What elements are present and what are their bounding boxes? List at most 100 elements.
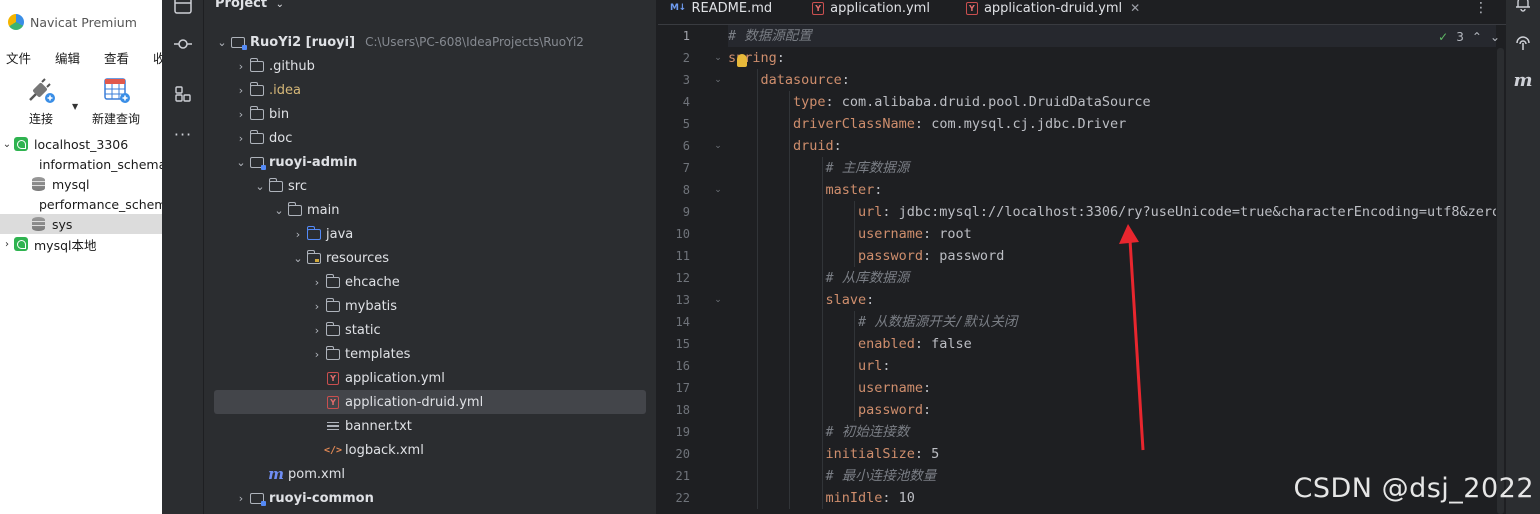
expand-down-icon[interactable]: ⌄ bbox=[0, 139, 14, 150]
menu-edit[interactable]: 编辑 bbox=[55, 48, 80, 67]
tab-readme[interactable]: M↓ README.md bbox=[658, 0, 782, 21]
yaml-value: false bbox=[931, 336, 972, 352]
right-tool-strip: m bbox=[1506, 0, 1540, 514]
code-area[interactable]: # 数据源配置 spring: datasource: type: com.aliba… bbox=[728, 25, 1496, 514]
tree-item[interactable]: › ruoyi-common bbox=[214, 486, 646, 510]
code-line: # 初始连接数 bbox=[728, 421, 910, 443]
structure-icon bbox=[175, 86, 191, 102]
chevron-right-icon[interactable]: › bbox=[233, 84, 249, 97]
watermark: CSDN @dsj_2022 bbox=[1293, 473, 1534, 504]
tree-connection-localhost[interactable]: ⌄ localhost_3306 bbox=[0, 134, 162, 154]
tree-item-label: .github bbox=[269, 58, 315, 74]
folder-icon bbox=[268, 177, 284, 193]
tree-item-label: application.yml bbox=[345, 370, 445, 386]
inspection-widget[interactable]: ✓ 3 ⌃ ⌄ bbox=[1438, 30, 1500, 44]
editor-scrollbar[interactable] bbox=[1497, 48, 1504, 514]
chevron-down-icon[interactable]: ⌄ bbox=[252, 180, 268, 193]
new-query-button[interactable]: 新建查询 bbox=[92, 76, 140, 127]
ai-assistant-icon[interactable] bbox=[1506, 34, 1540, 56]
chevron-right-icon[interactable]: › bbox=[309, 276, 325, 289]
project-panel-title: Project bbox=[215, 0, 268, 11]
project-tool-button[interactable] bbox=[162, 0, 204, 20]
tree-connection-local[interactable]: › mysql本地 bbox=[0, 234, 162, 254]
tree-database[interactable]: performance_schema bbox=[0, 194, 162, 214]
chevron-down-icon[interactable]: ⌄ bbox=[214, 36, 230, 49]
fold-chevron-icon[interactable]: ⌄ bbox=[712, 47, 724, 69]
chevron-right-icon[interactable]: › bbox=[290, 228, 306, 241]
tab-application-yml[interactable]: Y application.yml bbox=[800, 0, 940, 21]
check-icon: ✓ bbox=[1438, 30, 1449, 44]
tree-item[interactable]: </> logback.xml bbox=[214, 438, 646, 462]
fold-chevron-icon[interactable]: ⌄ bbox=[712, 179, 724, 201]
chevron-right-icon[interactable]: › bbox=[233, 108, 249, 121]
yaml-icon: Y bbox=[965, 1, 978, 15]
yaml-value: com.alibaba.druid.pool.DruidDataSource bbox=[841, 94, 1151, 110]
connection-tree: ⌄ localhost_3306 information_schema mysq… bbox=[0, 134, 162, 254]
tree-item[interactable]: › ehcache bbox=[214, 270, 646, 294]
fold-chevron-icon[interactable]: ⌄ bbox=[712, 135, 724, 157]
chevron-up-icon[interactable]: ⌃ bbox=[1472, 30, 1482, 44]
chevron-right-icon[interactable]: › bbox=[233, 492, 249, 505]
fold-chevron-icon[interactable]: ⌄ bbox=[712, 69, 724, 91]
more-tools-icon[interactable]: ··· bbox=[162, 120, 204, 148]
tree-item[interactable]: › bin bbox=[214, 102, 646, 126]
yaml-key: password bbox=[858, 248, 924, 264]
code-line: driverClassName: com.mysql.cj.jdbc.Drive… bbox=[728, 113, 1126, 135]
tree-item[interactable]: Yapplication.yml bbox=[214, 366, 646, 390]
close-icon[interactable]: ✕ bbox=[1130, 1, 1140, 15]
line-number: 9 bbox=[682, 205, 690, 219]
tree-item[interactable]: › static bbox=[214, 318, 646, 342]
yaml-value: 5 bbox=[931, 446, 940, 462]
tree-database[interactable]: information_schema bbox=[0, 154, 162, 174]
tree-item[interactable]: ⌄ src bbox=[214, 174, 646, 198]
folder-icon bbox=[325, 345, 341, 361]
xml-file-icon: </> bbox=[323, 444, 343, 456]
tab-application-druid-yml[interactable]: Y application-druid.yml ✕ bbox=[953, 0, 1151, 29]
tree-item[interactable]: ⌄ main bbox=[214, 198, 646, 222]
connect-dropdown-icon[interactable]: ▼ bbox=[72, 102, 78, 111]
tree-item[interactable]: › mybatis bbox=[214, 294, 646, 318]
menu-view[interactable]: 查看 bbox=[104, 48, 129, 67]
fold-chevron-icon[interactable]: ⌄ bbox=[712, 289, 724, 311]
tree-database[interactable]: mysql bbox=[0, 174, 162, 194]
project-panel-header[interactable]: Project ⌄ bbox=[204, 0, 656, 12]
chevron-down-icon[interactable]: ⌄ bbox=[233, 156, 249, 169]
connect-button[interactable]: 连接 bbox=[24, 76, 58, 127]
chevron-down-icon[interactable]: ⌄ bbox=[271, 204, 287, 217]
code-line: # 从库数据源 bbox=[728, 267, 910, 289]
yaml-key: username bbox=[858, 226, 924, 242]
chevron-right-icon[interactable]: › bbox=[233, 132, 249, 145]
tree-database-selected[interactable]: sys bbox=[0, 214, 162, 234]
tree-item-selected[interactable]: Yapplication-druid.yml bbox=[214, 390, 646, 414]
lightbulb-icon[interactable] bbox=[737, 54, 747, 67]
tree-item[interactable]: › java bbox=[214, 222, 646, 246]
tree-item[interactable]: › .github bbox=[214, 54, 646, 78]
tree-item[interactable]: ⌄ resources bbox=[214, 246, 646, 270]
commit-tool-button[interactable] bbox=[162, 30, 204, 58]
tree-item[interactable]: › templates bbox=[214, 342, 646, 366]
maven-icon[interactable]: m bbox=[1506, 70, 1540, 91]
menu-favorites[interactable]: 收 bbox=[153, 48, 162, 67]
tree-root[interactable]: ⌄ RuoYi2 [ruoyi] C:\Users\PC-608\IdeaPro… bbox=[214, 30, 646, 54]
folder-icon bbox=[249, 81, 265, 97]
chevron-down-icon[interactable]: ⌄ bbox=[276, 0, 284, 10]
tree-item[interactable]: › doc bbox=[214, 126, 646, 150]
line-number: 14 bbox=[675, 315, 690, 329]
chevron-right-icon[interactable]: › bbox=[309, 348, 325, 361]
structure-tool-button[interactable] bbox=[162, 80, 204, 108]
yaml-key: driverClassName bbox=[793, 116, 915, 132]
more-vertical-icon[interactable]: ⋮ bbox=[1474, 0, 1488, 16]
menu-file[interactable]: 文件 bbox=[6, 48, 31, 67]
expand-right-icon[interactable]: › bbox=[0, 239, 14, 250]
chevron-right-icon[interactable]: › bbox=[309, 324, 325, 337]
tree-item[interactable]: › .idea bbox=[214, 78, 646, 102]
tree-item[interactable]: ⌄ ruoyi-admin bbox=[214, 150, 646, 174]
notifications-bell-icon[interactable] bbox=[1506, 0, 1540, 16]
chevron-down-icon[interactable]: ⌄ bbox=[290, 252, 306, 265]
tree-item[interactable]: banner.txt bbox=[214, 414, 646, 438]
chevron-right-icon[interactable]: › bbox=[309, 300, 325, 313]
chevron-right-icon[interactable]: › bbox=[233, 60, 249, 73]
tree-item[interactable]: m pom.xml bbox=[214, 462, 646, 486]
chevron-down-icon[interactable]: ⌄ bbox=[1490, 30, 1500, 44]
line-number: 18 bbox=[675, 403, 690, 417]
